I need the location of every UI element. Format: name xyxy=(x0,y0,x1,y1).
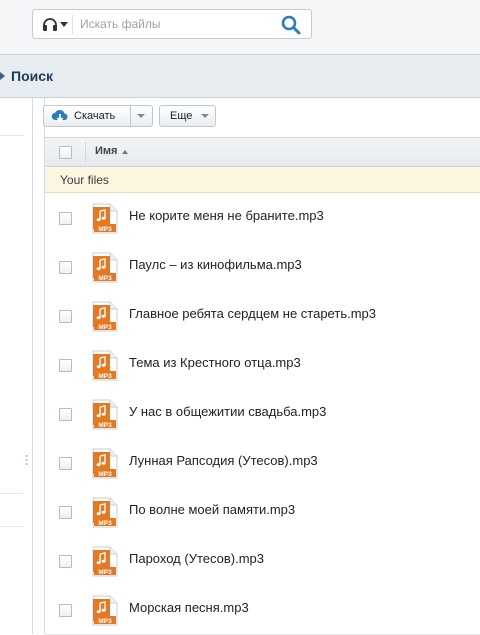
file-name[interactable]: Тема из Крестного отца.mp3 xyxy=(129,355,301,370)
file-type-label: MP3 xyxy=(98,275,112,282)
chevron-down-icon xyxy=(201,114,209,118)
file-type-label: MP3 xyxy=(98,324,112,331)
mp3-file-icon: MP3 xyxy=(92,546,118,577)
file-name[interactable]: Паулс – из кинофильма.mp3 xyxy=(129,257,302,272)
file-name[interactable]: По волне моей памяти.mp3 xyxy=(129,502,295,517)
file-type-label: MP3 xyxy=(98,569,112,576)
row-checkbox[interactable] xyxy=(59,506,72,519)
mp3-file-icon: MP3 xyxy=(92,350,118,381)
row-checkbox[interactable] xyxy=(59,555,72,568)
row-checkbox[interactable] xyxy=(59,457,72,470)
chevron-down-icon[interactable] xyxy=(137,114,145,118)
mp3-file-icon: MP3 xyxy=(92,252,118,283)
file-type-label: MP3 xyxy=(98,618,112,625)
file-list-panel: Скачать Еще Имя Your files MP3 Не корите … xyxy=(43,98,480,635)
table-row[interactable]: MP3 Лунная Рапсодия (Утесов).mp3 xyxy=(45,438,480,488)
table-row[interactable]: MP3 Пароход (Утесов).mp3 xyxy=(45,536,480,586)
download-label: Скачать xyxy=(74,110,116,122)
sidebar-divider xyxy=(0,526,24,527)
select-all-checkbox[interactable] xyxy=(59,146,72,159)
row-checkbox[interactable] xyxy=(59,212,72,225)
table-row[interactable]: MP3 Не корите меня не браните.mp3 xyxy=(45,193,480,243)
sidebar-divider xyxy=(0,135,24,136)
file-type-label: MP3 xyxy=(98,520,112,527)
table-row[interactable]: MP3 Главное ребята сердцем не стареть.mp3 xyxy=(45,291,480,341)
column-header-name[interactable]: Имя xyxy=(95,145,117,157)
mp3-file-icon: MP3 xyxy=(92,399,118,430)
table-row[interactable]: MP3 По волне моей памяти.mp3 xyxy=(45,487,480,537)
file-type-label: MP3 xyxy=(98,422,112,429)
row-checkbox[interactable] xyxy=(59,604,72,617)
row-checkbox[interactable] xyxy=(59,261,72,274)
search-input[interactable] xyxy=(80,15,270,33)
file-type-label: MP3 xyxy=(98,226,112,233)
sort-asc-icon xyxy=(122,150,128,154)
collapse-arrow-icon[interactable] xyxy=(0,72,5,80)
file-name[interactable]: Не корите меня не браните.mp3 xyxy=(129,208,324,223)
mp3-file-icon: MP3 xyxy=(92,497,118,528)
file-name[interactable]: Главное ребята сердцем не стареть.mp3 xyxy=(129,306,376,321)
mp3-file-icon: MP3 xyxy=(92,301,118,332)
table-row[interactable]: MP3 Морская песня.mp3 xyxy=(45,585,480,635)
file-name[interactable]: Пароход (Утесов).mp3 xyxy=(129,551,264,566)
left-sidebar xyxy=(0,98,33,634)
file-name[interactable]: У нас в общежитии свадьба.mp3 xyxy=(129,404,326,419)
download-button[interactable]: Скачать xyxy=(43,105,153,127)
table-row[interactable]: MP3 Тема из Крестного отца.mp3 xyxy=(45,340,480,390)
page-title: Поиск xyxy=(11,68,54,84)
mp3-file-icon: MP3 xyxy=(92,595,118,626)
sidebar-divider xyxy=(0,493,24,494)
file-name[interactable]: Лунная Рапсодия (Утесов).mp3 xyxy=(129,453,318,468)
table-header: Имя xyxy=(45,137,480,167)
table-row[interactable]: MP3 Паулс – из кинофильма.mp3 xyxy=(45,242,480,292)
table-row[interactable]: MP3 У нас в общежитии свадьба.mp3 xyxy=(45,389,480,439)
group-label: Your files xyxy=(60,173,109,187)
top-bar xyxy=(0,0,480,55)
headphones-icon[interactable] xyxy=(42,17,58,31)
more-label: Еще xyxy=(170,110,193,122)
mp3-file-icon: MP3 xyxy=(92,448,118,479)
file-name[interactable]: Морская песня.mp3 xyxy=(129,600,249,615)
row-checkbox[interactable] xyxy=(59,359,72,372)
chevron-down-icon[interactable] xyxy=(60,22,68,27)
button-split xyxy=(130,106,131,126)
more-button[interactable]: Еще xyxy=(159,105,216,127)
file-type-label: MP3 xyxy=(98,373,112,380)
search-box[interactable] xyxy=(32,9,312,39)
mp3-file-icon: MP3 xyxy=(92,203,118,234)
column-divider xyxy=(85,142,86,162)
group-header: Your files xyxy=(45,167,480,193)
search-divider xyxy=(72,15,73,34)
cloud-download-icon xyxy=(51,109,68,123)
row-checkbox[interactable] xyxy=(59,408,72,421)
file-type-label: MP3 xyxy=(98,471,112,478)
resize-handle[interactable] xyxy=(25,454,28,466)
row-checkbox[interactable] xyxy=(59,310,72,323)
search-icon[interactable] xyxy=(281,15,301,35)
page-header: Поиск xyxy=(0,55,480,98)
